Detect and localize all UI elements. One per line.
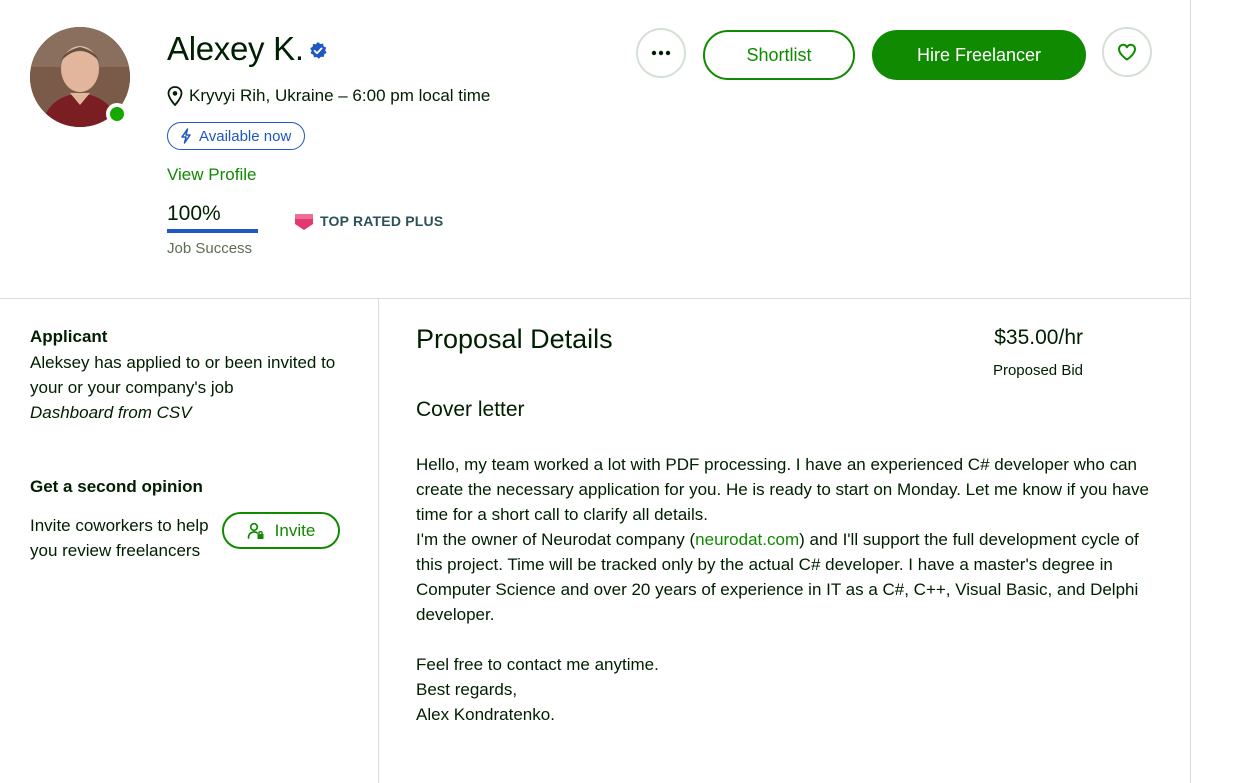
cover-letter-text: I'm the owner of Neurodat company ( — [416, 530, 696, 549]
job-success-bar — [167, 229, 258, 233]
availability-badge: Available now — [167, 122, 306, 150]
top-rated-plus-badge: TOP RATED PLUS — [294, 211, 443, 231]
header-divider — [0, 298, 1191, 299]
lightning-icon — [181, 128, 191, 144]
invite-button-label: Invite — [274, 520, 316, 540]
top-rated-plus-icon — [295, 214, 313, 230]
job-success-value: 100% — [167, 202, 221, 225]
more-options-button[interactable] — [636, 28, 686, 78]
online-status-dot — [106, 103, 128, 125]
location-pin-icon — [167, 86, 183, 106]
second-opinion-text: Invite coworkers to help you review free… — [30, 516, 209, 560]
location: Kryvyi Rih, Ukraine – 6:00 pm local time — [167, 86, 490, 106]
ellipsis-icon — [651, 50, 671, 56]
proposed-bid-label: Proposed Bid — [992, 362, 1083, 379]
applicant-heading: Applicant — [30, 327, 108, 346]
cover-letter-paragraph: I'm the owner of Neurodat company (neuro… — [416, 527, 1161, 627]
second-opinion-heading: Get a second opinion — [30, 477, 203, 496]
job-success-score: 100% Job Success — [167, 202, 258, 257]
invite-coworkers-button[interactable]: Invite — [222, 512, 340, 549]
avatar[interactable] — [30, 27, 130, 127]
freelancer-name: Alexey K. — [167, 30, 328, 68]
cover-letter-paragraph: Feel free to contact me anytime. — [416, 655, 659, 674]
proposal-details-heading: Proposal Details — [416, 324, 613, 354]
job-success-label: Job Success — [167, 240, 253, 257]
location-text: Kryvyi Rih, Ukraine – 6:00 pm local time — [189, 86, 491, 105]
top-rated-plus-text: TOP RATED PLUS — [320, 213, 444, 229]
heart-icon — [1118, 43, 1136, 61]
verified-badge-icon — [308, 31, 328, 59]
freelancer-name-text: Alexey K. — [167, 30, 304, 67]
availability-text: Available now — [199, 127, 292, 145]
cover-letter-body: Hello, my team worked a lot with PDF pro… — [416, 452, 1161, 727]
applicant-job-title: Dashboard from CSV — [30, 403, 192, 422]
view-profile-link[interactable]: View Profile — [167, 165, 256, 185]
freelancer-proposal-panel: Alexey K. Kryvyi Rih, Ukraine – 6:00 pm … — [0, 0, 1191, 783]
applicant-description: Aleksey has applied to or been invited t… — [30, 350, 350, 425]
hire-freelancer-button[interactable]: Hire Freelancer — [872, 30, 1086, 80]
proposed-rate: $35.00/hr — [994, 326, 1083, 349]
shortlist-button[interactable]: Shortlist — [703, 30, 855, 80]
cover-letter-signature: Alex Kondratenko. — [416, 705, 555, 724]
cover-letter-paragraph: Best regards, — [416, 680, 518, 699]
add-user-icon — [247, 522, 264, 539]
applicant-text: Aleksey has applied to or been invited t… — [30, 353, 336, 397]
company-website-link[interactable]: neurodat.com — [695, 530, 799, 549]
cover-letter-paragraph: Hello, my team worked a lot with PDF pro… — [416, 455, 1149, 524]
cover-letter-heading: Cover letter — [416, 398, 525, 421]
save-favorite-button[interactable] — [1102, 27, 1152, 77]
sidebar-divider — [378, 299, 379, 783]
